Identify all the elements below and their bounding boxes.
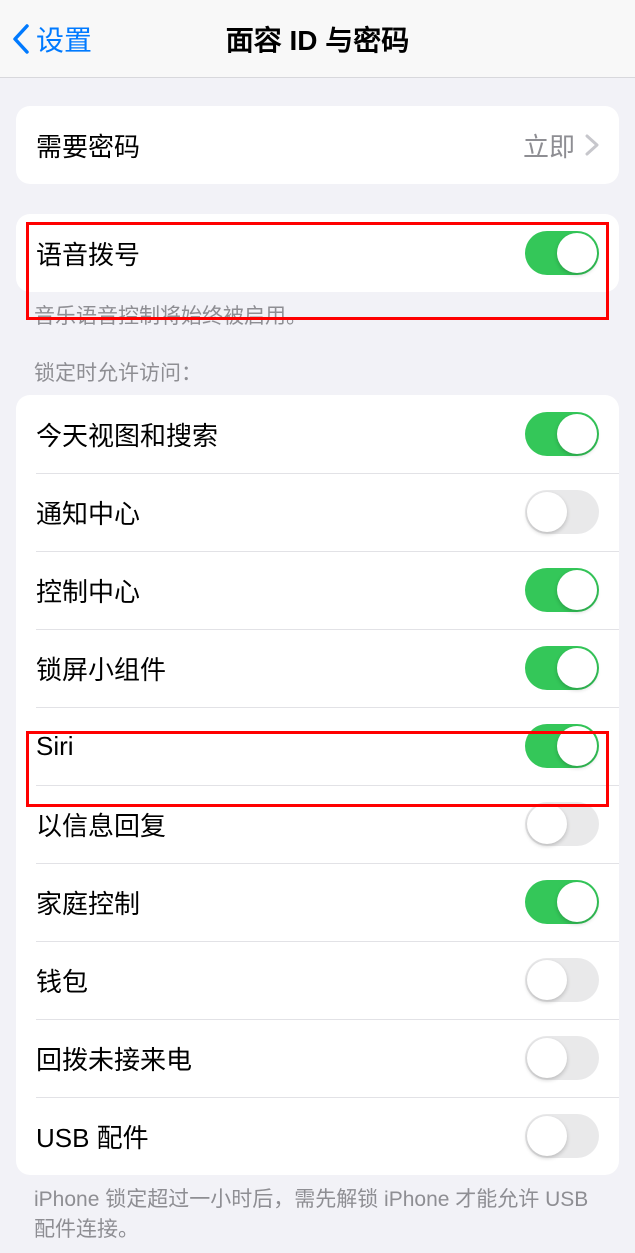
locked-row: 家庭控制	[16, 863, 619, 941]
toggle-knob	[557, 648, 597, 688]
content: 需要密码 立即 语音拨号 音乐语音控制将始终被启用。 锁定时允许访问： 今天视图…	[0, 106, 635, 1244]
toggle-knob	[557, 726, 597, 766]
toggle-knob	[557, 570, 597, 610]
toggle-knob	[557, 882, 597, 922]
voice-dial-footer: 音乐语音控制将始终被启用。	[0, 292, 635, 331]
locked-row: 以信息回复	[16, 785, 619, 863]
toggle-knob	[557, 414, 597, 454]
locked-toggle[interactable]	[525, 646, 599, 690]
row-label: 钱包	[36, 962, 525, 999]
row-label: 控制中心	[36, 572, 525, 609]
row-label: 通知中心	[36, 494, 525, 531]
locked-access-group: 今天视图和搜索通知中心控制中心锁屏小组件 Siri 以信息回复家庭控制钱包回拨未接来…	[16, 395, 619, 1175]
locked-row: 回拨未接来电	[16, 1019, 619, 1097]
toggle-knob	[557, 233, 597, 273]
row-label: 需要密码	[36, 127, 523, 164]
locked-toggle[interactable]	[525, 1036, 599, 1080]
locked-row: 钱包	[16, 941, 619, 1019]
locked-section-header: 锁定时允许访问：	[0, 331, 635, 395]
toggle-knob	[527, 804, 567, 844]
locked-toggle[interactable]	[525, 724, 599, 768]
chevron-right-icon	[585, 134, 599, 156]
navigation-bar: 设置 面容 ID 与密码	[0, 0, 635, 78]
locked-row: 锁屏小组件	[16, 629, 619, 707]
voice-dial-toggle[interactable]	[525, 231, 599, 275]
row-label: 今天视图和搜索	[36, 416, 525, 453]
toggle-knob	[527, 1116, 567, 1156]
locked-toggle[interactable]	[525, 880, 599, 924]
back-button[interactable]: 设置	[0, 19, 92, 59]
back-label: 设置	[36, 19, 92, 59]
row-label: 家庭控制	[36, 884, 525, 921]
chevron-left-icon	[12, 24, 30, 54]
locked-toggle[interactable]	[525, 958, 599, 1002]
page-title: 面容 ID 与密码	[226, 19, 410, 59]
locked-toggle[interactable]	[525, 568, 599, 612]
locked-toggle[interactable]	[525, 802, 599, 846]
locked-row: 控制中心	[16, 551, 619, 629]
locked-toggle[interactable]	[525, 490, 599, 534]
row-label: 语音拨号	[36, 235, 525, 272]
row-label: 回拨未接来电	[36, 1040, 525, 1077]
toggle-knob	[527, 492, 567, 532]
toggle-knob	[527, 1038, 567, 1078]
locked-row: Siri	[16, 707, 619, 785]
toggle-knob	[527, 960, 567, 1000]
locked-toggle[interactable]	[525, 1114, 599, 1158]
locked-toggle[interactable]	[525, 412, 599, 456]
voice-dial-group: 语音拨号	[16, 214, 619, 292]
locked-section-footer: iPhone 锁定超过一小时后，需先解锁 iPhone 才能允许 USB 配件连…	[0, 1175, 635, 1244]
row-label: 以信息回复	[36, 806, 525, 843]
require-passcode-row[interactable]: 需要密码 立即	[16, 106, 619, 184]
locked-row: 今天视图和搜索	[16, 395, 619, 473]
locked-row: 通知中心	[16, 473, 619, 551]
row-label: USB 配件	[36, 1118, 525, 1155]
row-label: Siri	[36, 731, 525, 762]
locked-row: USB 配件	[16, 1097, 619, 1175]
voice-dial-row: 语音拨号	[16, 214, 619, 292]
row-value: 立即	[523, 127, 575, 164]
passcode-group: 需要密码 立即	[16, 106, 619, 184]
row-label: 锁屏小组件	[36, 650, 525, 687]
